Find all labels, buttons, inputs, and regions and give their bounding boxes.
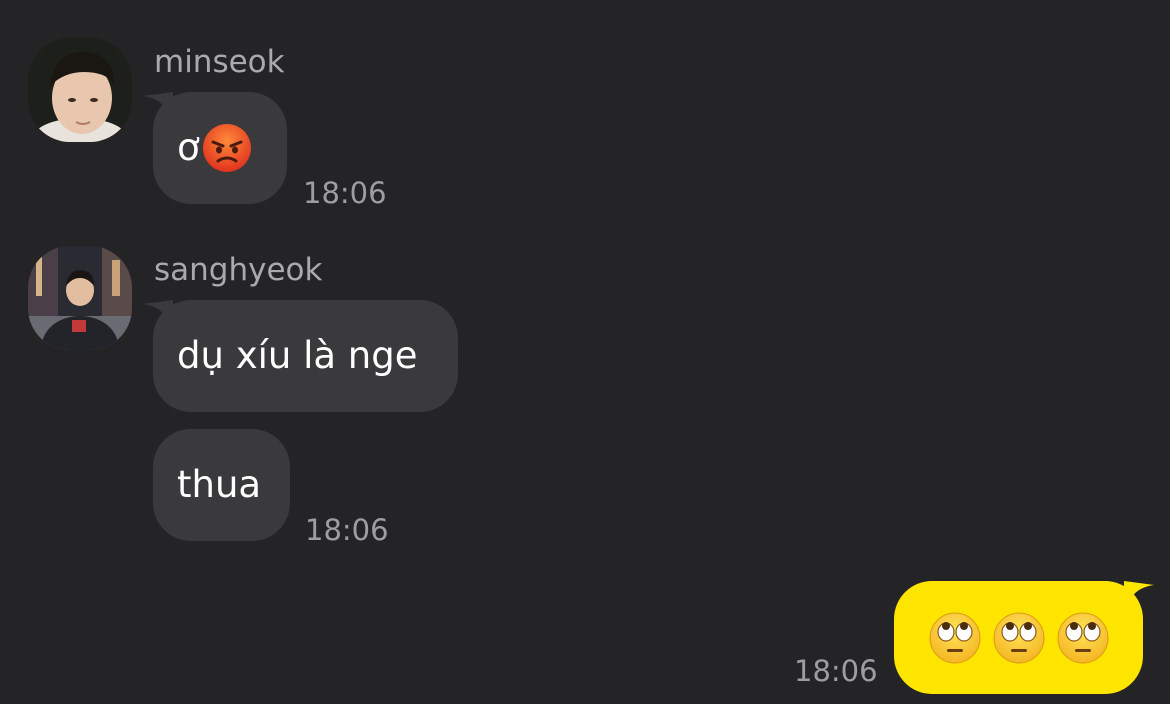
- message-time: 18:06: [794, 654, 878, 688]
- chat-thread: minseok ơ 18:06 sanghyeok dụ xíu là nge …: [0, 0, 1170, 704]
- minseok-avatar-icon: [28, 38, 132, 142]
- angry-face-emoji-icon: [202, 124, 251, 172]
- avatar[interactable]: [28, 246, 132, 350]
- bubble-tail-icon: [143, 92, 173, 122]
- bubble-tail-icon: [1124, 581, 1154, 611]
- sender-name: sanghyeok: [154, 252, 323, 288]
- bubble-tail-icon: [143, 300, 173, 330]
- sanghyeok-avatar-icon: [28, 246, 132, 350]
- message-time: 18:06: [303, 176, 387, 210]
- avatar[interactable]: [28, 38, 132, 142]
- message-bubble[interactable]: ơ: [143, 92, 287, 204]
- rolling-eyes-emoji-icon: [929, 612, 980, 663]
- message-time: 18:06: [305, 513, 389, 547]
- rolling-eyes-emoji-icon: [1057, 612, 1108, 663]
- message-text: thua: [177, 463, 262, 506]
- my-message-bubble[interactable]: [894, 581, 1154, 694]
- message-text: dụ xíu là nge: [177, 334, 418, 377]
- message-text: ơ: [177, 126, 200, 169]
- message-bubble[interactable]: thua: [153, 429, 290, 541]
- message-bubble[interactable]: dụ xíu là nge: [143, 300, 458, 412]
- rolling-eyes-emoji-icon: [993, 612, 1044, 663]
- sender-name: minseok: [154, 44, 285, 80]
